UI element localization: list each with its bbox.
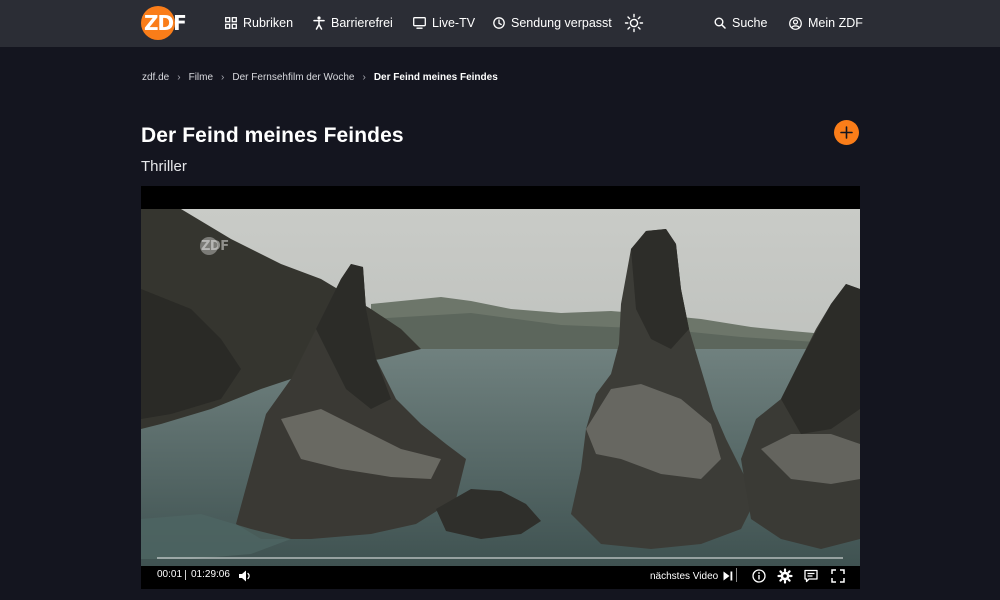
nav-sendung-verpasst-label: Sendung verpasst xyxy=(511,16,612,30)
player-controls: 00:01 01:29:06 nächstes Video xyxy=(141,566,860,589)
volume-icon xyxy=(239,570,250,582)
nav-sendung-verpasst[interactable]: Sendung verpasst xyxy=(493,13,612,33)
settings-button[interactable] xyxy=(777,568,793,584)
nav-rubriken-label: Rubriken xyxy=(243,16,294,30)
info-icon xyxy=(752,569,766,583)
fullscreen-button[interactable] xyxy=(830,568,846,584)
breadcrumb-item-home[interactable]: zdf.de xyxy=(142,72,169,83)
user-icon xyxy=(789,16,802,30)
info-button[interactable] xyxy=(751,568,767,584)
chevron-right-icon: › xyxy=(177,71,181,83)
next-video-label: nächstes Video xyxy=(650,570,719,582)
chevron-right-icon: › xyxy=(221,71,225,83)
video-still-landscape xyxy=(141,209,860,566)
breadcrumb-item-filme[interactable]: Filme xyxy=(189,72,213,83)
fullscreen-icon xyxy=(831,569,845,583)
subtitles-icon xyxy=(804,569,818,583)
accessibility-icon xyxy=(313,16,325,30)
nav-live-tv[interactable]: Live-TV xyxy=(413,13,475,33)
page-title: Der Feind meines Feindes xyxy=(141,124,404,147)
search-label: Suche xyxy=(732,16,768,30)
top-navigation: ZDF Rubriken Barrierefrei Live-TV Sendun… xyxy=(0,0,1000,47)
time-divider xyxy=(185,570,186,580)
subtitles-button[interactable] xyxy=(803,568,819,584)
theme-toggle-button[interactable] xyxy=(624,13,644,33)
nav-barrierefrei-label: Barrierefrei xyxy=(331,16,393,30)
plus-icon xyxy=(840,126,853,139)
controls-divider xyxy=(736,568,737,582)
breadcrumb-item-fernsehfilm[interactable]: Der Fernsehfilm der Woche xyxy=(232,72,354,83)
video-player[interactable]: ZDF 00:01 01:29:06 nächstes Video xyxy=(141,186,860,589)
progress-bar[interactable] xyxy=(157,557,843,559)
nav-live-tv-label: Live-TV xyxy=(432,16,476,30)
genre-label: Thriller xyxy=(141,158,187,175)
account-button[interactable]: Mein ZDF xyxy=(789,13,863,33)
next-video-button[interactable]: nächstes Video xyxy=(650,568,734,584)
breadcrumb: zdf.de › Filme › Der Fernsehfilm der Woc… xyxy=(142,70,498,84)
add-to-list-button[interactable] xyxy=(834,120,859,145)
current-time: 00:01 xyxy=(157,569,183,580)
grid-icon xyxy=(225,17,237,29)
breadcrumb-item-current: Der Feind meines Feindes xyxy=(373,71,498,83)
clock-icon xyxy=(493,17,505,29)
nav-barrierefrei[interactable]: Barrierefrei xyxy=(313,13,393,33)
sun-icon xyxy=(624,13,644,33)
search-icon xyxy=(714,17,726,29)
account-label: Mein ZDF xyxy=(808,16,863,30)
tv-icon xyxy=(413,17,426,29)
chevron-right-icon: › xyxy=(362,71,366,83)
video-frame[interactable]: ZDF xyxy=(141,209,860,566)
zdf-watermark: ZDF xyxy=(201,239,229,254)
gear-icon xyxy=(777,568,793,584)
volume-button[interactable] xyxy=(237,568,253,584)
skip-next-icon xyxy=(723,571,733,581)
nav-rubriken[interactable]: Rubriken xyxy=(225,13,293,33)
search-button[interactable]: Suche xyxy=(714,13,767,33)
duration: 01:29:06 xyxy=(191,569,230,580)
zdf-logo-text: ZDF xyxy=(144,11,187,35)
